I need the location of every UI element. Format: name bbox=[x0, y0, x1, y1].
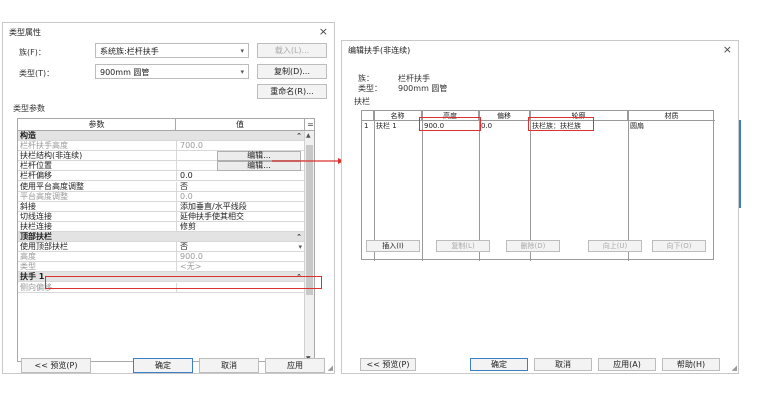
table-row[interactable]: 使用平台高度调整 否 bbox=[18, 181, 306, 192]
help-button[interactable]: 帮助(H) bbox=[662, 358, 720, 371]
param-column-header: 参数 bbox=[18, 119, 176, 131]
family-label: 族(F)： bbox=[19, 48, 46, 57]
column-divider bbox=[422, 111, 423, 261]
type-properties-dialog: 类型属性 × 族(F)： 系统族:栏杆扶手 ▾ 载入(L)... 类型(T)： … bbox=[2, 22, 335, 374]
family-select-value: 系统族:栏杆扶手 bbox=[100, 47, 159, 56]
type-label: 类型： bbox=[358, 84, 382, 93]
move-down-button[interactable]: 向下(O) bbox=[652, 240, 706, 252]
highlight-box-top-rail bbox=[45, 276, 322, 289]
table-row[interactable]: 高度 900.0 bbox=[18, 252, 306, 263]
rails-label: 扶栏 bbox=[354, 97, 370, 106]
type-select-value: 900mm 圆管 bbox=[100, 68, 150, 77]
offset-column-header: 偏移 bbox=[479, 111, 530, 121]
table-row[interactable]: 平台高度调整 0.0 bbox=[18, 191, 306, 202]
type-value: 900mm 圆管 bbox=[398, 84, 448, 93]
index-column-header bbox=[362, 111, 374, 121]
family-select[interactable]: 系统族:栏杆扶手 ▾ bbox=[95, 43, 249, 58]
collapse-icon[interactable]: ⌃ bbox=[296, 131, 302, 141]
param-name: 栏杆扶手高度 bbox=[20, 141, 68, 151]
param-name: 栏杆偏移 bbox=[20, 171, 52, 181]
param-name: 使用顶部扶栏 bbox=[20, 242, 68, 252]
param-name: 斜接 bbox=[20, 201, 36, 211]
param-value[interactable]: 900.0 bbox=[176, 252, 304, 263]
type-select[interactable]: 900mm 圆管 ▾ bbox=[95, 64, 249, 79]
rails-table: 名称 高度 偏移 轮廓 材质 1 扶栏 1 900.0 0.0 扶栏族：扶栏族 … bbox=[361, 110, 715, 261]
window-edge-accent bbox=[739, 120, 741, 208]
chevron-down-icon: ▾ bbox=[240, 68, 244, 76]
arrow-connector bbox=[272, 158, 344, 164]
rename-button[interactable]: 重命名(R)... bbox=[257, 84, 327, 99]
value-column-header: 值 bbox=[236, 120, 244, 129]
param-name: 扶栏连接 bbox=[20, 221, 52, 231]
param-value[interactable]: 0.0 bbox=[176, 191, 304, 202]
resize-grip-icon[interactable]: ◢ bbox=[328, 364, 333, 372]
copy-button[interactable]: 复制(L) bbox=[436, 240, 490, 252]
param-value[interactable]: 700.0 bbox=[176, 141, 304, 152]
row-index: 1 bbox=[364, 122, 369, 130]
table-row[interactable]: 扶栏连接 修剪 bbox=[18, 221, 306, 232]
resize-grip-icon[interactable]: ◢ bbox=[732, 364, 737, 372]
group-header-row[interactable]: 构造 ⌃ bbox=[18, 131, 306, 141]
ok-button[interactable]: 确定 bbox=[470, 358, 528, 371]
close-icon[interactable]: × bbox=[723, 43, 732, 56]
param-name: 扶栏结构(非连续) bbox=[20, 151, 83, 161]
rail-material-cell[interactable]: 圆扇 bbox=[628, 121, 715, 131]
table-row[interactable]: 斜接 添加垂直/水平线段 bbox=[18, 201, 306, 212]
param-name: 切线连接 bbox=[20, 211, 52, 221]
param-name: 类型 bbox=[20, 262, 36, 272]
load-button[interactable]: 载入(L)... bbox=[257, 43, 327, 58]
table-row[interactable]: 切线连接 延伸扶手使其相交 bbox=[18, 211, 306, 222]
cancel-button[interactable]: 取消 bbox=[534, 358, 592, 371]
move-up-button[interactable]: 向上(U) bbox=[588, 240, 642, 252]
table-row[interactable]: 类型 <无> bbox=[18, 262, 306, 273]
cancel-button[interactable]: 取消 bbox=[199, 358, 259, 373]
param-name: 高度 bbox=[20, 252, 36, 262]
param-value[interactable]: 添加垂直/水平线段 bbox=[176, 201, 304, 212]
param-value[interactable]: 修剪 bbox=[176, 221, 304, 232]
param-value[interactable]: 否 ▾ bbox=[176, 242, 304, 253]
scroll-up-icon[interactable]: ▲ bbox=[306, 132, 311, 139]
column-divider bbox=[530, 111, 531, 261]
group-header-label: 顶部扶栏 bbox=[20, 232, 52, 241]
rail-name-cell[interactable]: 扶栏 1 bbox=[374, 121, 422, 131]
dialog-title: 类型属性 bbox=[9, 28, 41, 37]
material-column-header: 材质 bbox=[628, 111, 715, 121]
apply-button[interactable]: 应用 bbox=[265, 358, 325, 373]
eq-column-header: = bbox=[304, 119, 314, 131]
highlight-box-height bbox=[419, 117, 481, 131]
delete-button[interactable]: 删除(D) bbox=[506, 240, 560, 252]
name-column-header: 名称 bbox=[374, 111, 422, 121]
chevron-down-icon: ▾ bbox=[240, 47, 244, 55]
column-divider bbox=[374, 111, 375, 261]
chevron-down-icon[interactable]: ▾ bbox=[298, 242, 302, 252]
table-row[interactable]: 栏杆扶手高度 700.0 bbox=[18, 141, 306, 152]
column-divider bbox=[479, 111, 480, 261]
dialog-title: 编辑扶手(非连续) bbox=[348, 46, 411, 55]
table-row[interactable]: 使用顶部扶栏 否 ▾ bbox=[18, 242, 306, 253]
preview-button[interactable]: << 预览(P) bbox=[360, 358, 416, 371]
param-name: 平台高度调整 bbox=[20, 191, 68, 201]
param-value[interactable]: 延伸扶手使其相交 bbox=[176, 211, 304, 222]
duplicate-button[interactable]: 复制(D)... bbox=[257, 64, 327, 79]
table-header: 参数 值 = bbox=[18, 119, 314, 131]
type-params-label: 类型参数 bbox=[13, 104, 45, 113]
param-value[interactable]: <无> bbox=[176, 262, 304, 273]
param-name: 使用平台高度调整 bbox=[20, 181, 84, 191]
ok-button[interactable]: 确定 bbox=[133, 358, 193, 373]
rail-offset-cell[interactable]: 0.0 bbox=[479, 121, 530, 131]
preview-button[interactable]: << 预览(P) bbox=[21, 358, 91, 373]
collapse-icon[interactable]: ⌃ bbox=[296, 232, 302, 242]
edit-rails-dialog: 编辑扶手(非连续) × 族： 栏杆扶手 类型： 900mm 圆管 扶栏 名称 高… bbox=[341, 40, 739, 374]
apply-button[interactable]: 应用(A) bbox=[598, 358, 656, 371]
param-value[interactable]: 否 bbox=[176, 181, 304, 192]
group-header-label: 构造 bbox=[20, 131, 36, 140]
insert-button[interactable]: 插入(I) bbox=[366, 240, 420, 252]
param-name: 栏杆位置 bbox=[20, 161, 52, 171]
close-icon[interactable]: × bbox=[319, 25, 328, 38]
highlight-box-profile bbox=[528, 117, 594, 131]
group-header-row[interactable]: 顶部扶栏 ⌃ bbox=[18, 232, 306, 242]
type-label: 类型(T)： bbox=[19, 69, 55, 78]
column-divider bbox=[628, 111, 629, 261]
